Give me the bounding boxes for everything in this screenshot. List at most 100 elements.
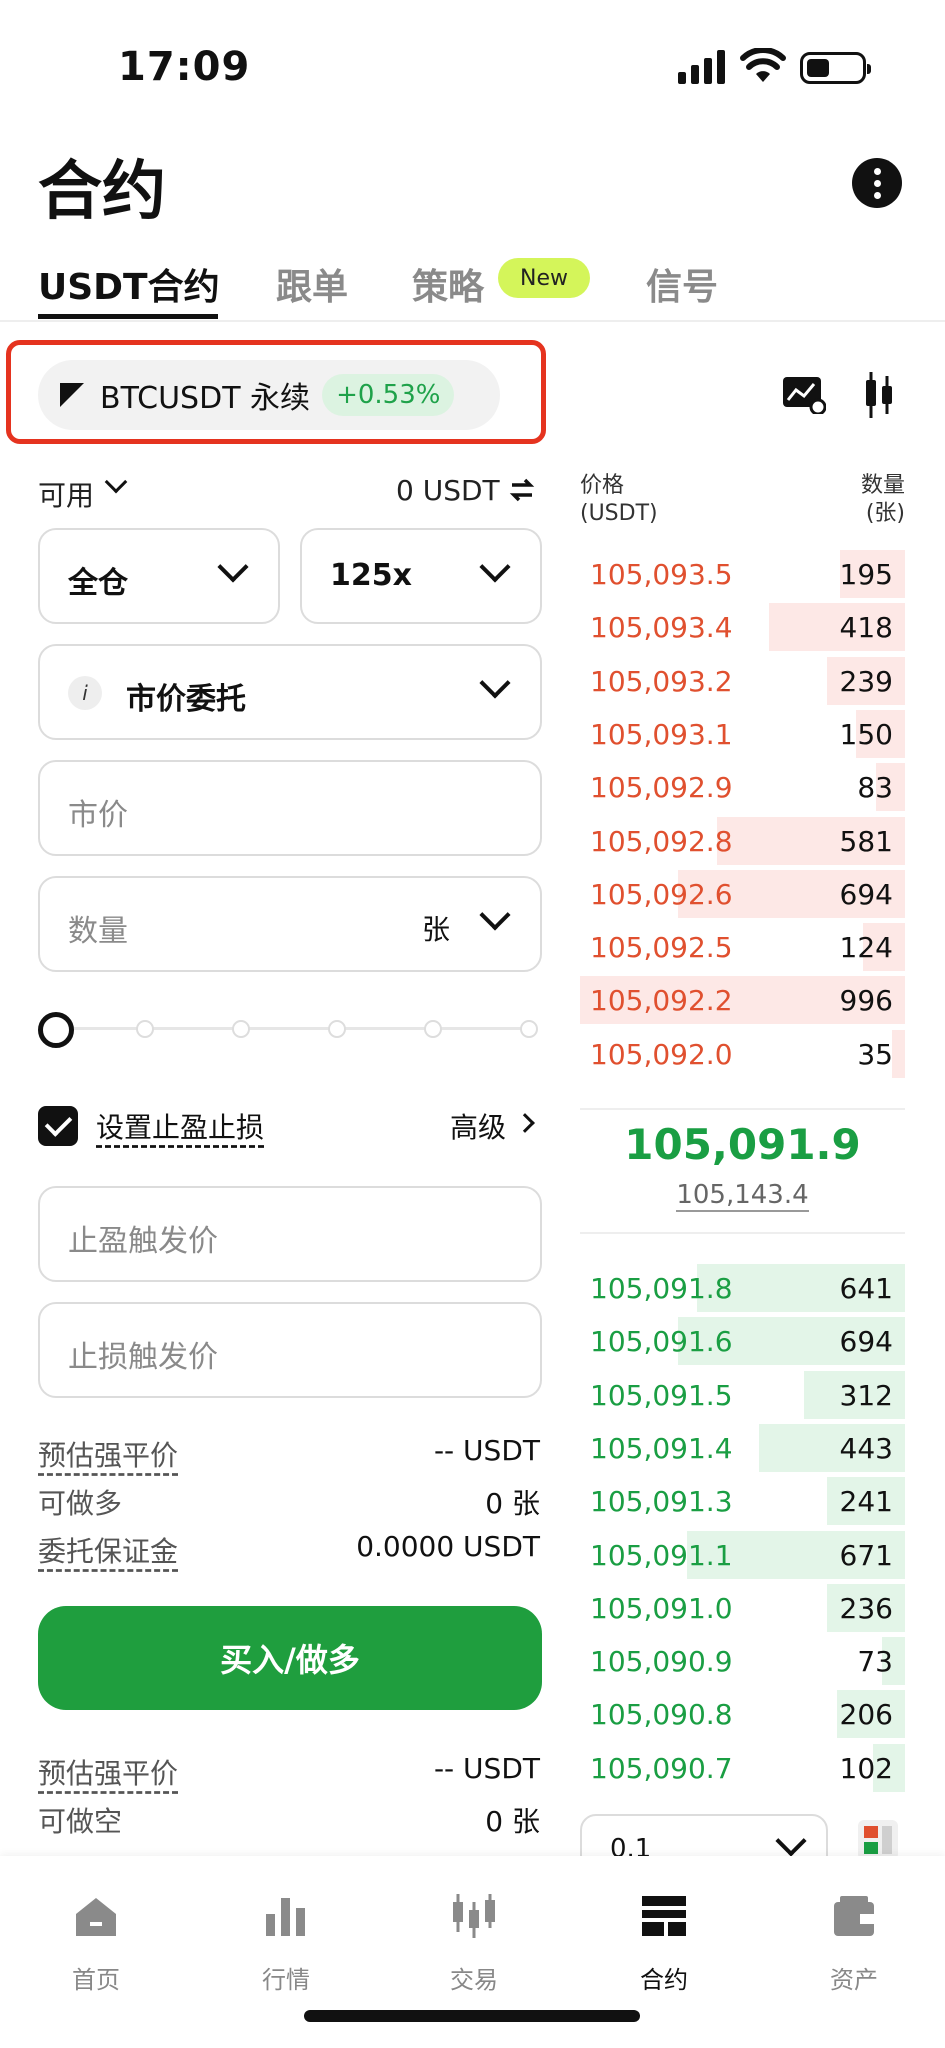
ask-row-price: 105,092.2 (590, 984, 733, 1018)
qty-header-label: 数量 (860, 473, 905, 498)
ask-row[interactable]: 105,093.4 418 (580, 603, 905, 652)
ask-row[interactable]: 105,092.9 83 (580, 763, 905, 812)
info-icon[interactable]: i (68, 676, 102, 710)
nav-home-label: 首页 (72, 1966, 120, 1994)
bid-row-qty: 102 (839, 1751, 893, 1785)
quantity-input[interactable]: 数量 张 (38, 876, 542, 972)
symbol-change-badge: +0.53% (322, 374, 455, 416)
chevron-down-icon (775, 1825, 807, 1857)
nav-assets[interactable]: 资产 (784, 1892, 924, 1995)
bid-row-qty: 236 (839, 1591, 893, 1625)
ask-row[interactable]: 105,093.5 195 (580, 550, 905, 598)
wifi-icon (740, 48, 786, 82)
ask-row-price: 105,093.1 (590, 717, 733, 751)
spread-divider-top (580, 1108, 905, 1110)
tab-copy-trading[interactable]: 跟单 (276, 258, 348, 310)
bid-row[interactable]: 105,091.0 236 (580, 1583, 905, 1632)
tab-strategy[interactable]: 策略 (412, 258, 484, 310)
market-icon (266, 1898, 305, 1936)
max-short-label: 可做空 (38, 1805, 123, 1838)
bid-row[interactable]: 105,091.4 443 (580, 1423, 905, 1472)
available-balance: 0 USDT (396, 474, 500, 507)
price-input[interactable]: 市价 (38, 760, 542, 856)
quantity-unit[interactable]: 张 (422, 908, 450, 948)
slider-step-50[interactable] (232, 1020, 250, 1038)
stop-loss-input[interactable]: 止损触发价 (38, 1302, 542, 1398)
margin-mode-select[interactable]: 全仓 (38, 528, 280, 624)
ask-row-price: 105,092.5 (590, 931, 733, 965)
sl-placeholder: 止损触发价 (68, 1340, 218, 1375)
bid-row-qty: 694 (839, 1325, 893, 1359)
nav-home[interactable]: 首页 (26, 1892, 166, 1995)
long-liq-price-value: -- USDT (433, 1434, 540, 1467)
bid-row[interactable]: 105,091.6 694 (580, 1317, 905, 1366)
slider-step-25[interactable] (136, 1020, 154, 1038)
ask-row[interactable]: 105,092.0 35 (580, 1029, 905, 1078)
ask-row[interactable]: 105,092.2 996 (580, 976, 905, 1025)
ask-row[interactable]: 105,092.6 694 (580, 869, 905, 918)
slider-step-75[interactable] (328, 1020, 346, 1038)
chevron-down-icon[interactable] (479, 899, 511, 931)
max-long-label: 可做多 (38, 1487, 123, 1520)
chevron-right-icon[interactable] (515, 1113, 535, 1133)
qty-header-unit: (张) (865, 501, 905, 526)
bid-row[interactable]: 105,091.1 671 (580, 1530, 905, 1579)
short-liq-price-label[interactable]: 预估强平价 (38, 1752, 178, 1792)
bid-row[interactable]: 105,091.3 241 (580, 1477, 905, 1526)
bid-row-qty: 443 (839, 1431, 893, 1465)
bid-row-price: 105,091.4 (590, 1431, 733, 1465)
available-label[interactable]: 可用 (38, 474, 94, 514)
page-title: 合约 (38, 155, 166, 229)
bid-row-price: 105,091.8 (590, 1272, 733, 1305)
symbol-selector[interactable]: BTCUSDT 永续 +0.53% (38, 360, 500, 430)
ask-row[interactable]: 105,093.2 239 (580, 656, 905, 705)
nav-trade[interactable]: 交易 (404, 1892, 544, 1995)
orderbook-layout-icon[interactable] (858, 1820, 898, 1860)
bid-row[interactable]: 105,091.8 641 (580, 1264, 905, 1312)
advanced-link[interactable]: 高级 (450, 1106, 506, 1146)
max-long-value: 0 张 (485, 1487, 540, 1520)
bid-row[interactable]: 105,091.5 312 (580, 1370, 905, 1419)
leverage-select[interactable]: 125x (300, 528, 542, 624)
price-placeholder: 市价 (68, 798, 128, 833)
candlestick-chart-icon[interactable] (864, 372, 894, 418)
mark-price[interactable]: 105,143.4 (580, 1180, 905, 1212)
tab-signals[interactable]: 信号 (646, 258, 718, 310)
nav-futures[interactable]: 合约 (594, 1892, 734, 1995)
wallet-icon (834, 1896, 874, 1936)
slider-step-100[interactable] (520, 1020, 538, 1038)
tpsl-checkbox[interactable] (38, 1106, 78, 1146)
new-badge: New (498, 258, 590, 298)
bid-row-qty: 312 (839, 1378, 893, 1412)
tpsl-label[interactable]: 设置止盈止损 (96, 1106, 264, 1146)
ask-row[interactable]: 105,092.5 124 (580, 923, 905, 972)
more-options-icon[interactable] (852, 158, 902, 208)
ask-row-qty: 195 (839, 558, 893, 591)
ask-row[interactable]: 105,093.1 150 (580, 709, 905, 758)
ask-row[interactable]: 105,092.8 581 (580, 816, 905, 865)
quantity-slider-track[interactable] (58, 1027, 530, 1030)
ask-row-price: 105,092.6 (590, 877, 733, 911)
nav-market[interactable]: 行情 (216, 1892, 356, 1995)
orderbook-qty-header: 数量 (张) (861, 472, 905, 528)
buy-long-button[interactable]: 买入/做多 (38, 1606, 542, 1710)
quantity-placeholder: 数量 (68, 914, 128, 949)
take-profit-input[interactable]: 止盈触发价 (38, 1186, 542, 1282)
tab-usdt-futures[interactable]: USDT合约 (38, 258, 220, 310)
slider-step-90[interactable] (424, 1020, 442, 1038)
nav-market-label: 行情 (262, 1966, 310, 1994)
bid-row[interactable]: 105,090.9 73 (580, 1637, 905, 1686)
available-chevron-icon[interactable] (104, 470, 128, 494)
order-margin-label[interactable]: 委托保证金 (38, 1530, 178, 1570)
long-liq-price-label[interactable]: 预估强平价 (38, 1434, 178, 1474)
chart-settings-icon[interactable] (782, 376, 826, 414)
bid-row-qty: 73 (857, 1645, 893, 1679)
order-type-select[interactable]: i 市价委托 (38, 644, 542, 740)
quantity-slider-handle[interactable] (38, 1012, 74, 1048)
last-price[interactable]: 105,091.9 (580, 1120, 905, 1169)
bid-row[interactable]: 105,090.7 102 (580, 1743, 905, 1792)
home-indicator (304, 2010, 640, 2022)
bid-row[interactable]: 105,090.8 206 (580, 1690, 905, 1739)
transfer-icon[interactable] (508, 476, 536, 504)
ask-row-price: 105,093.5 (590, 558, 733, 591)
